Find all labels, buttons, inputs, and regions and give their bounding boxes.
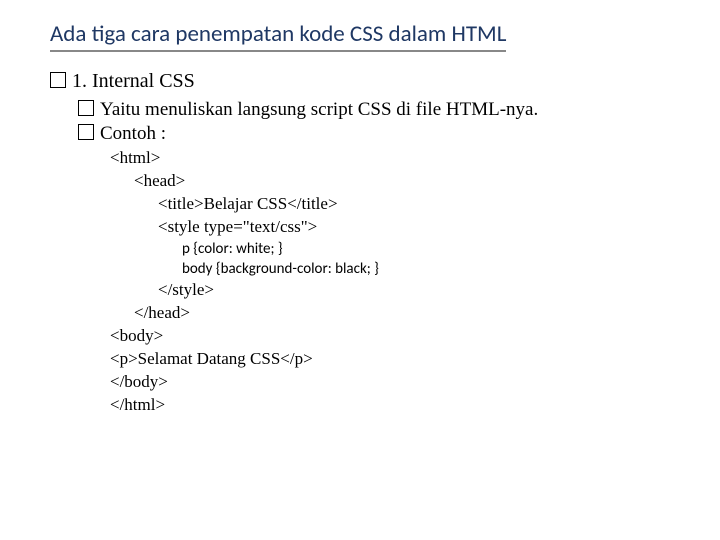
code-line: </style> [110,279,680,302]
slide-content: Ada tiga cara penempatan kode CSS dalam … [0,0,720,437]
square-bullet-icon [78,100,94,116]
slide-title: Ada tiga cara penempatan kode CSS dalam … [50,20,506,52]
square-bullet-icon [50,72,66,88]
sub-item-1: Yaitu menuliskan langsung script CSS di … [78,99,680,121]
sub1-text: Yaitu menuliskan langsung script CSS di … [100,99,538,120]
code-line: <head> [110,170,680,193]
square-bullet-icon [78,124,94,140]
code-line: <p>Selamat Datang CSS</p> [110,348,680,371]
code-line: <title>Belajar CSS</title> [110,193,680,216]
sub2-text: Contoh : [100,123,166,144]
code-line: </html> [110,394,680,417]
list-item-1: 1. Internal CSS [50,70,680,93]
sub-item-2: Contoh : [78,123,680,145]
code-example: <html> <head> <title>Belajar CSS</title>… [110,147,680,417]
code-line: <style type="text/css"> [110,216,680,239]
code-line: p {color: white; } [110,239,680,259]
code-line: </head> [110,302,680,325]
item1-text: 1. Internal CSS [72,70,195,92]
code-line: <body> [110,325,680,348]
code-line: body {background-color: black; } [110,259,680,279]
code-line: <html> [110,147,680,170]
code-line: </body> [110,371,680,394]
